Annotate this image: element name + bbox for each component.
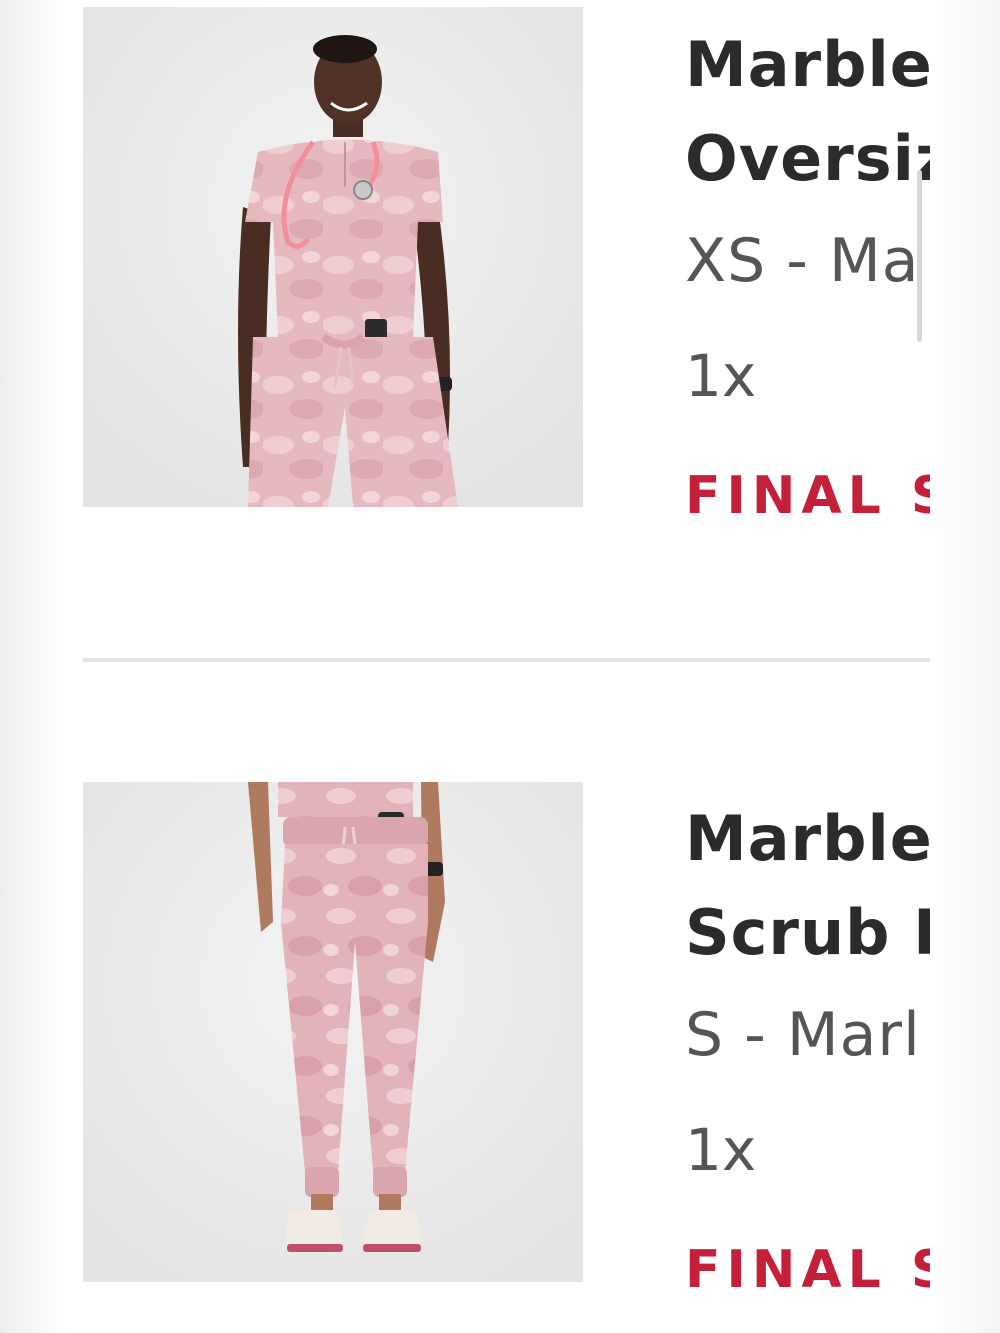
scrub-pants-model-photo [83, 782, 583, 1282]
product-image[interactable] [83, 7, 583, 507]
cart-items-panel: Marblec Oversiz XS - Ma 1x FINAL S [70, 0, 930, 1333]
item-divider [83, 658, 930, 662]
item-title[interactable]: Oversiz [685, 112, 930, 206]
item-title[interactable]: Marblec [685, 792, 930, 886]
item-variant: S - Marl [685, 1000, 921, 1070]
item-info: Marblec Scrub P S - Marl 1x FINAL S [685, 792, 930, 1330]
page: Marblec Oversiz XS - Ma 1x FINAL S [0, 0, 1000, 1333]
product-image[interactable] [83, 782, 583, 1282]
scrub-top-model-photo [83, 7, 583, 507]
cart-item[interactable]: Marblec Oversiz XS - Ma 1x FINAL S [70, 0, 930, 600]
final-sale-badge: FINAL S [685, 1240, 930, 1300]
item-info: Marblec Oversiz XS - Ma 1x FINAL S [685, 18, 930, 556]
scrollbar[interactable] [917, 170, 922, 342]
item-title[interactable]: Scrub P [685, 886, 930, 980]
cart-item[interactable]: Marblec Scrub P S - Marl 1x FINAL S [70, 740, 930, 1333]
item-quantity: 1x [685, 1116, 757, 1184]
final-sale-badge: FINAL S [685, 466, 930, 526]
item-title[interactable]: Marblec [685, 18, 930, 112]
item-variant: XS - Ma [685, 226, 920, 296]
item-quantity: 1x [685, 342, 757, 410]
